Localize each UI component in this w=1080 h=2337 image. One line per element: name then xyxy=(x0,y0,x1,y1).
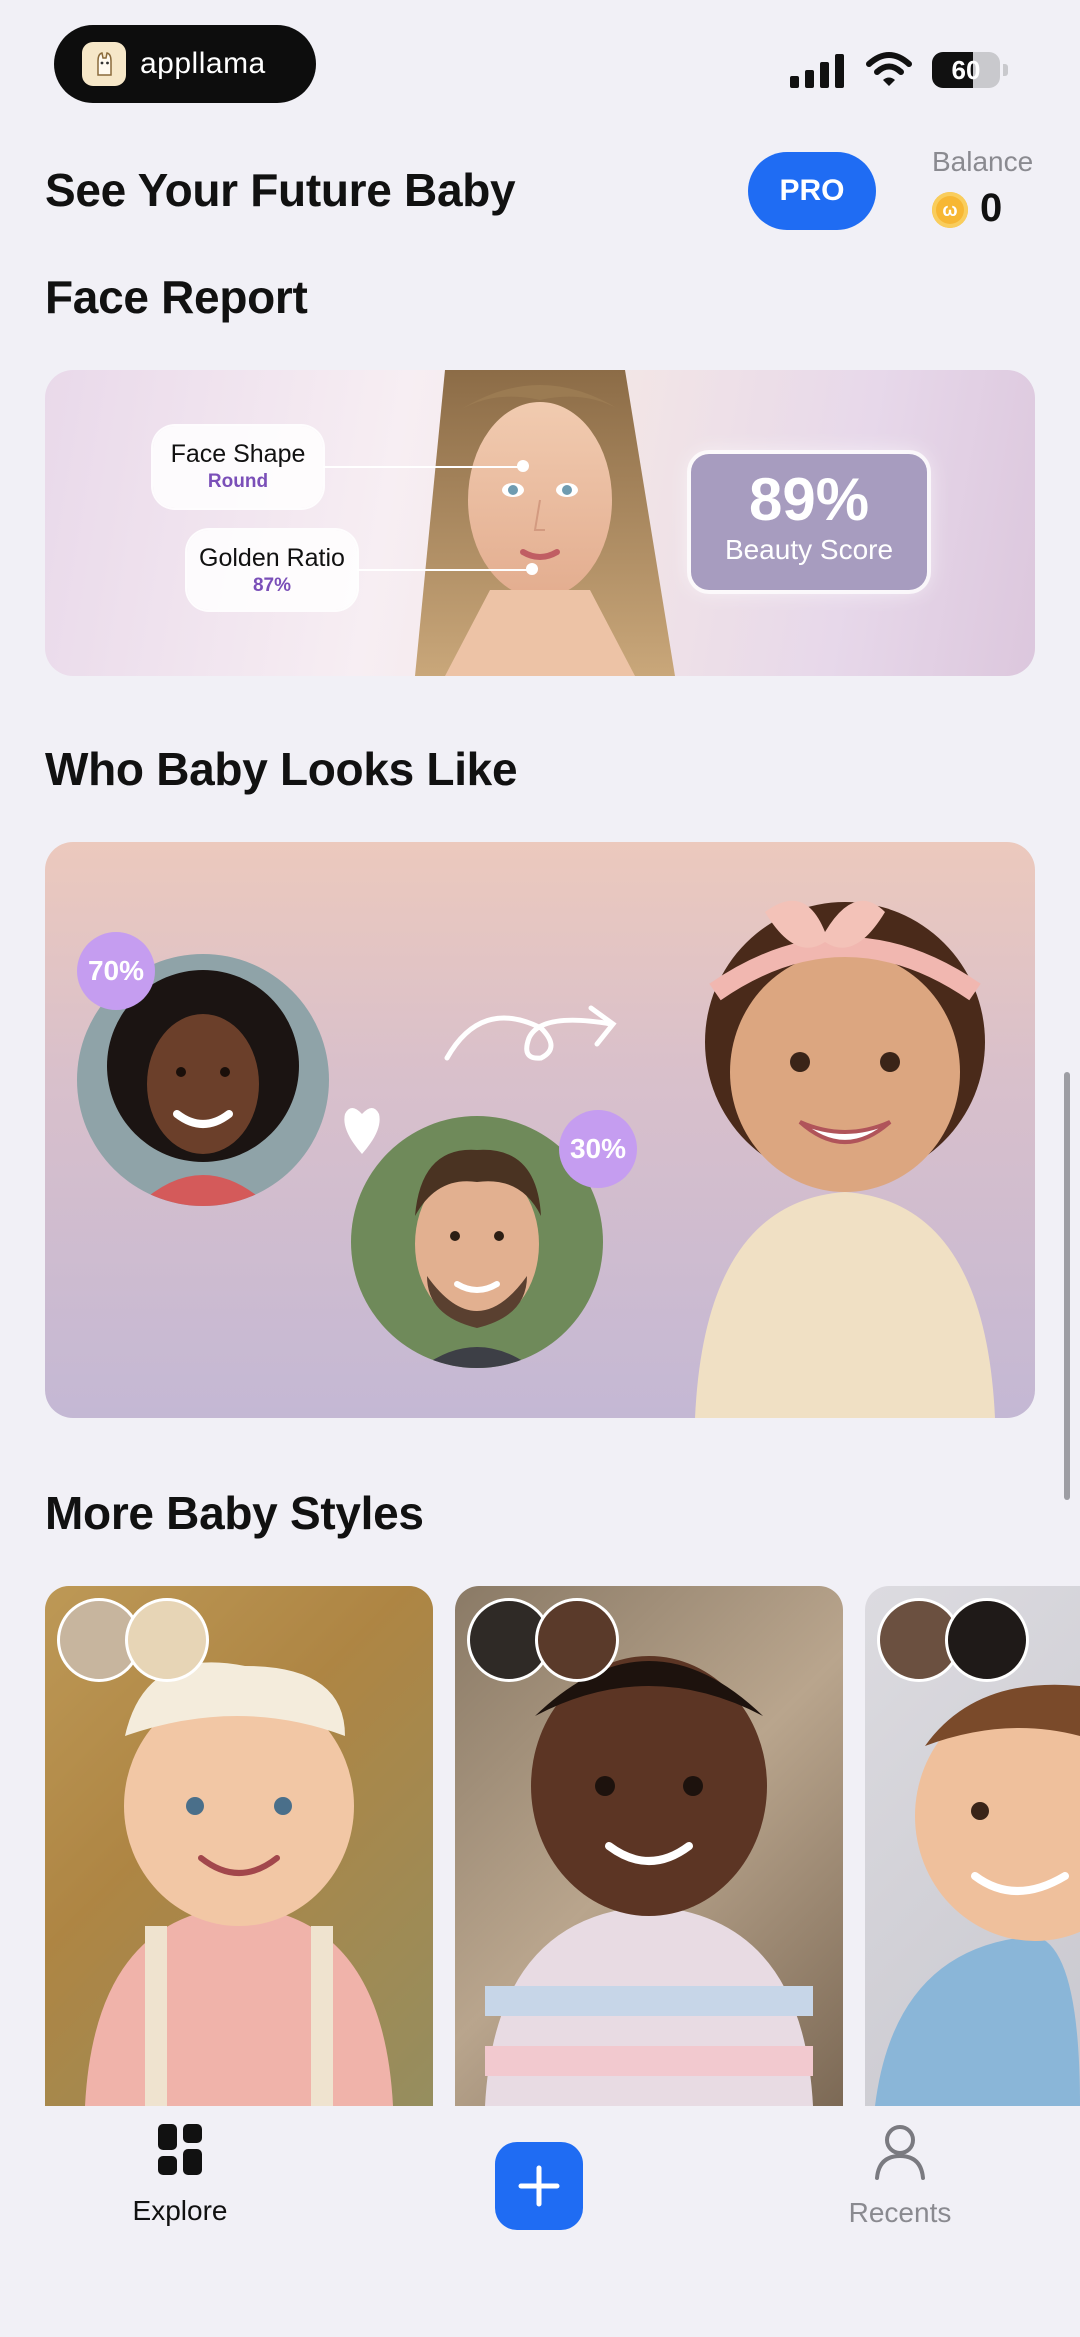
cellular-signal-icon xyxy=(790,52,844,88)
face-report-title: Face Report xyxy=(45,271,308,323)
face-shape-tag: Face Shape Round xyxy=(153,426,323,508)
person-icon xyxy=(875,2125,925,2180)
page-title: See Your Future Baby xyxy=(45,164,516,216)
style-card-2[interactable] xyxy=(455,1586,843,2106)
heart-icon xyxy=(344,1108,380,1154)
scrollbar[interactable] xyxy=(1064,1072,1070,1500)
face-report-card[interactable]: Face Shape Round Golden Ratio 87% 89% Be… xyxy=(45,370,1035,676)
parent-avatar-woman xyxy=(535,1598,619,1682)
woman-portrait-image xyxy=(415,370,675,676)
baby-girl-image xyxy=(695,900,995,1418)
nav-explore[interactable]: Explore xyxy=(90,2124,270,2227)
style-card-3[interactable] xyxy=(865,1586,1080,2106)
app-brand-name: appllama xyxy=(140,47,266,80)
face-shape-pointer xyxy=(323,466,523,468)
nav-recents-label: Recents xyxy=(848,2197,952,2228)
coin-icon: ω xyxy=(932,192,968,228)
plus-icon xyxy=(518,2165,560,2207)
grid-icon xyxy=(158,2124,202,2175)
more-styles-title: More Baby Styles xyxy=(45,1487,424,1539)
balance-label: Balance xyxy=(932,146,1034,177)
balance-value: 0 xyxy=(980,186,1003,230)
who-baby-card[interactable]: 70% 30% xyxy=(45,842,1035,1418)
father-percent-badge: 30% xyxy=(559,1110,637,1188)
golden-ratio-value: 87% xyxy=(252,575,292,596)
battery-percent: 60 xyxy=(951,55,981,85)
face-shape-value: Round xyxy=(207,471,269,492)
wifi-icon xyxy=(866,50,912,93)
add-button[interactable] xyxy=(495,2142,583,2230)
llama-logo-icon xyxy=(82,42,126,86)
mother-percent-badge: 70% xyxy=(77,932,155,1010)
beauty-score-value: 89% xyxy=(748,466,870,533)
parent-avatar-woman xyxy=(125,1598,209,1682)
beauty-score-label: Beauty Score xyxy=(724,534,894,565)
golden-ratio-label: Golden Ratio xyxy=(199,544,345,572)
beauty-score-box: 89% Beauty Score xyxy=(691,454,927,590)
style-card-1[interactable] xyxy=(45,1586,433,2106)
battery-icon: 60 xyxy=(932,52,1008,88)
arrow-icon xyxy=(444,1005,617,1061)
pro-button[interactable]: PRO xyxy=(748,152,876,230)
app-pill[interactable]: appllama xyxy=(54,25,316,103)
parent-avatar-woman xyxy=(945,1598,1029,1682)
face-shape-dot xyxy=(517,460,529,472)
nav-explore-label: Explore xyxy=(132,2195,228,2226)
face-shape-label: Face Shape xyxy=(170,440,306,468)
golden-ratio-tag: Golden Ratio 87% xyxy=(187,530,357,610)
golden-ratio-dot xyxy=(526,563,538,575)
golden-ratio-pointer xyxy=(357,569,532,571)
who-baby-title: Who Baby Looks Like xyxy=(45,743,518,795)
nav-recents[interactable]: Recents xyxy=(810,2124,990,2229)
